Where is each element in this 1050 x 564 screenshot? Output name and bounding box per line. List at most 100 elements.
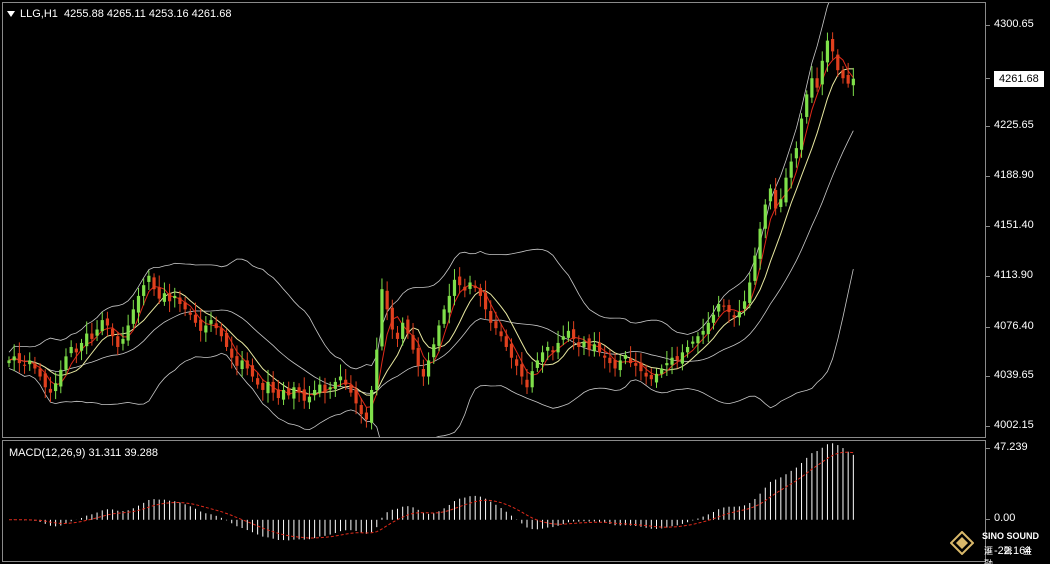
- candle-body: [59, 369, 63, 387]
- candle-body: [660, 368, 664, 374]
- candle-body: [74, 348, 78, 353]
- candle-body: [421, 369, 425, 377]
- candle-body: [12, 356, 16, 361]
- candle-body: [540, 352, 545, 363]
- candle-body: [416, 348, 420, 366]
- candle-body: [380, 289, 384, 347]
- candle-body: [789, 161, 793, 178]
- fast-moving-average-line: [8, 55, 854, 408]
- price-tick-text: 4188.90: [994, 168, 1034, 181]
- candle-body: [167, 293, 172, 302]
- candle-body: [515, 359, 519, 366]
- candle-body: [494, 321, 498, 329]
- candle-body: [22, 364, 27, 366]
- candle-body: [639, 362, 643, 372]
- candle-body: [452, 279, 457, 296]
- ohlc-readout: 4255.88 4265.11 4253.16 4261.68: [64, 8, 232, 20]
- candle-body: [266, 381, 270, 394]
- candle-body: [219, 328, 223, 337]
- candle-body: [328, 387, 332, 390]
- watermark-subtitle: 滙 聲 金 融: [984, 546, 1037, 564]
- candle-body: [489, 310, 493, 323]
- candle-body: [230, 348, 234, 358]
- candle-body: [851, 78, 855, 86]
- price-chart-canvas[interactable]: [3, 3, 985, 437]
- candle-body: [447, 295, 451, 313]
- candle-body: [634, 363, 638, 366]
- candle-body: [126, 325, 130, 341]
- candle-body: [406, 319, 410, 334]
- candle-body: [354, 389, 358, 404]
- candle-body: [359, 405, 363, 415]
- candle-body: [717, 303, 721, 312]
- candle-body: [313, 389, 317, 396]
- candle-body: [261, 382, 265, 390]
- candle-body: [763, 204, 767, 229]
- candle-body: [204, 325, 208, 333]
- macd-tick-text: 0.00: [994, 511, 1016, 524]
- candle-body: [654, 373, 659, 383]
- candle-body: [458, 276, 462, 286]
- current-price-value: 4261.68: [994, 70, 1044, 87]
- price-tick-text: 4076.40: [994, 319, 1034, 332]
- candle-body: [665, 363, 669, 366]
- price-tick-text: 4225.65: [994, 119, 1034, 132]
- candle-body: [292, 387, 296, 399]
- candle-body: [499, 331, 503, 337]
- candle-body: [442, 309, 446, 324]
- candle-body: [224, 333, 229, 347]
- candle-body: [142, 285, 146, 296]
- candle-body: [390, 307, 394, 330]
- candle-body: [79, 342, 84, 351]
- candle-body: [504, 336, 508, 347]
- price-axis[interactable]: 4300.65 4261.68 4225.65 4188.90 4151.40 4113.…: [986, 2, 1050, 438]
- sino-sound-logo-icon: [950, 531, 974, 555]
- candle-body: [302, 389, 306, 401]
- candle-body: [276, 389, 280, 399]
- candle-body: [162, 293, 166, 302]
- candle-body: [152, 277, 156, 290]
- candle-body: [691, 341, 695, 344]
- candle-body: [437, 325, 441, 346]
- candle-body: [629, 358, 633, 364]
- chart-window: LLG,H1 4255.88 4265.11 4253.16 4261.68 4…: [0, 0, 1050, 564]
- candle-body: [742, 301, 747, 309]
- candle-body: [183, 302, 187, 310]
- candle-body: [344, 379, 348, 385]
- symbol-label: LLG,H1: [20, 8, 58, 20]
- candle-body: [173, 295, 177, 299]
- candle-body: [17, 353, 21, 364]
- candle-body: [820, 60, 824, 85]
- candle-body: [297, 387, 301, 393]
- macd-canvas[interactable]: [3, 441, 985, 561]
- candle-body: [209, 320, 213, 324]
- price-chart-pane[interactable]: LLG,H1 4255.88 4265.11 4253.16 4261.68: [2, 2, 986, 438]
- candle-body: [178, 297, 182, 304]
- candle-body: [530, 371, 534, 388]
- candle-body: [33, 363, 37, 369]
- candle-body: [696, 336, 700, 344]
- macd-pane[interactable]: MACD(12,26,9) 31.311 39.288: [2, 440, 986, 562]
- candle-body: [525, 379, 529, 388]
- price-tick-text: 4300.65: [994, 18, 1034, 31]
- candle-body: [592, 344, 596, 352]
- candle-body: [675, 356, 679, 361]
- candle-body: [587, 338, 591, 350]
- candle-body: [566, 330, 571, 338]
- candle-body: [649, 374, 653, 380]
- moving-average-line: [8, 68, 854, 396]
- candle-body: [670, 357, 674, 365]
- candle-body: [748, 282, 752, 303]
- candle-body: [753, 255, 757, 281]
- watermark: SINO SOUND 滙 聲 金 融: [950, 527, 1046, 564]
- collapse-triangle-icon[interactable]: [7, 11, 15, 18]
- candle-body: [131, 309, 135, 324]
- candle-body: [779, 199, 783, 207]
- candle-body: [727, 305, 731, 313]
- candle-body: [473, 285, 477, 288]
- candle-body: [846, 75, 850, 84]
- candle-body: [737, 312, 741, 318]
- candle-body: [147, 275, 151, 282]
- bollinger-lower-line: [8, 269, 854, 437]
- macd-signal-line: [8, 451, 854, 539]
